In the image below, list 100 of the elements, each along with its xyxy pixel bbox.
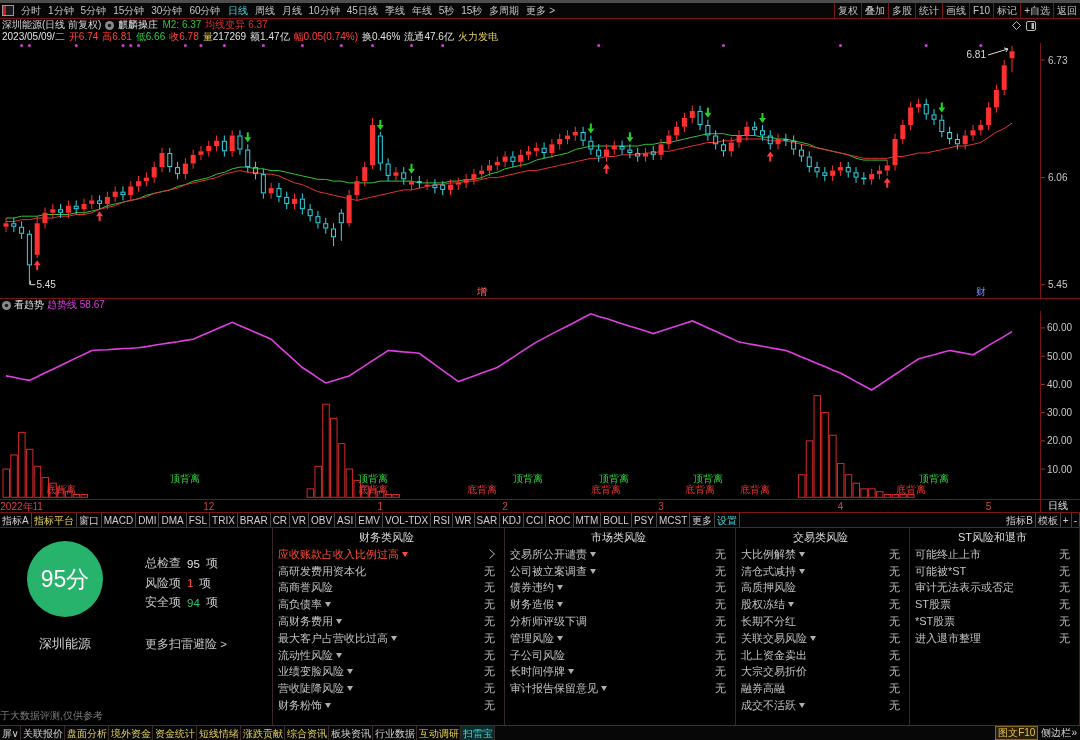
period-tab[interactable]: 季线: [381, 3, 408, 18]
risk-item[interactable]: 最大客户占营收比过高: [278, 630, 388, 646]
bottom-tab[interactable]: 短线情绪: [197, 726, 242, 740]
period-tab[interactable]: 10分钟: [305, 3, 343, 18]
period-tab[interactable]: 日线: [224, 3, 251, 18]
indicator-tab[interactable]: KDJ: [500, 513, 525, 527]
bottom-tab[interactable]: 综合资讯: [285, 726, 330, 740]
risk-item[interactable]: *ST股票: [915, 614, 956, 630]
indicator-tab[interactable]: SAR: [474, 513, 501, 527]
bottom-tab[interactable]: 行业数据: [373, 726, 418, 740]
chevron-right-icon[interactable]: [489, 549, 495, 560]
risk-item[interactable]: 长期不分红: [741, 614, 796, 630]
risk-item[interactable]: 财务造假: [510, 597, 554, 613]
risk-item[interactable]: 关联交易风险: [741, 630, 807, 646]
risk-item[interactable]: 财务粉饰: [278, 698, 322, 714]
toolbar-button[interactable]: +自选: [1020, 3, 1053, 18]
risk-item[interactable]: 长时间停牌: [510, 664, 565, 680]
indicator-tab[interactable]: -: [1071, 513, 1080, 527]
bottom-tab[interactable]: 盘面分析: [65, 726, 110, 740]
period-tab[interactable]: 更多 >: [523, 3, 559, 18]
risk-item[interactable]: 营收陡降风险: [278, 681, 344, 697]
risk-item[interactable]: 可能被*ST: [915, 563, 967, 579]
indicator-tab[interactable]: DMI: [136, 513, 160, 527]
more-link[interactable]: 更多扫雷避险 >: [145, 636, 227, 652]
indicator-tab[interactable]: DMA: [159, 513, 187, 527]
period-tab[interactable]: 5分钟: [77, 3, 110, 18]
risk-item[interactable]: 交易所公开谴责: [510, 546, 587, 562]
indicator-tab[interactable]: BOLL: [601, 513, 632, 527]
indicator-tab[interactable]: 设置: [715, 513, 741, 527]
indicator-tab[interactable]: ROC: [546, 513, 574, 527]
period-tab[interactable]: 45日线: [343, 3, 381, 18]
period-tab[interactable]: 周线: [251, 3, 278, 18]
risk-item[interactable]: 融券高融: [741, 681, 785, 697]
risk-item[interactable]: 清仓式减持: [741, 563, 796, 579]
indicator-tab[interactable]: RSI: [431, 513, 453, 527]
risk-item[interactable]: 高研发费用资本化: [278, 563, 366, 579]
indicator-tab[interactable]: FSL: [186, 513, 211, 527]
toolbar-button[interactable]: 返回: [1053, 3, 1080, 18]
indicator-tab[interactable]: MACD: [101, 513, 137, 527]
bottom-tab[interactable]: 涨跌贡献: [241, 726, 286, 740]
indicator-tab[interactable]: 指标平台: [31, 513, 77, 527]
indicator-tab[interactable]: OBV: [309, 513, 336, 527]
bottom-tab[interactable]: 资金统计: [153, 726, 198, 740]
risk-item[interactable]: 业绩变脸风险: [278, 664, 344, 680]
risk-item[interactable]: 高商誉风险: [278, 580, 333, 596]
risk-item[interactable]: 债券违约: [510, 580, 554, 596]
toolbar-button[interactable]: 标记: [993, 3, 1021, 18]
indicator-tab[interactable]: VR: [290, 513, 309, 527]
panel-icon[interactable]: [1026, 21, 1036, 31]
indicator-tab[interactable]: CR: [270, 513, 291, 527]
indicator-tab[interactable]: MCST: [656, 513, 691, 527]
indicator-tab[interactable]: 指标A: [0, 513, 32, 527]
toolbar-button[interactable]: 统计: [914, 3, 942, 18]
indicator-tab[interactable]: 模板: [1035, 513, 1061, 527]
risk-item[interactable]: 进入退市整理: [915, 630, 981, 646]
period-tab[interactable]: 年线: [408, 3, 435, 18]
risk-item[interactable]: 应收账款占收入比例过高: [278, 546, 399, 562]
risk-item[interactable]: ST股票: [915, 597, 952, 613]
indicator-tab[interactable]: 指标B: [1004, 513, 1036, 527]
indicator-tab[interactable]: MTM: [573, 513, 602, 527]
period-tab[interactable]: 1分钟: [45, 3, 77, 18]
bottom-tab[interactable]: 屏∨: [0, 726, 22, 740]
side-button[interactable]: 图文F10: [995, 726, 1039, 740]
period-tab[interactable]: 分时: [18, 3, 44, 18]
toolbar-button[interactable]: 多股: [887, 3, 915, 18]
side-button[interactable]: 侧边栏»: [1038, 726, 1080, 740]
period-tab[interactable]: 30分钟: [148, 3, 186, 18]
indicator-tab[interactable]: CCI: [524, 513, 547, 527]
risk-item[interactable]: 可能终止上市: [915, 546, 981, 562]
risk-item[interactable]: 股权冻结: [741, 597, 785, 613]
risk-item[interactable]: 公司被立案调查: [510, 563, 587, 579]
risk-item[interactable]: 审计报告保留意见: [510, 681, 598, 697]
period-tab[interactable]: 月线: [278, 3, 305, 18]
risk-item[interactable]: 分析师评级下调: [510, 614, 587, 630]
toolbar-button[interactable]: F10: [968, 3, 994, 18]
risk-item[interactable]: 高质押风险: [741, 580, 796, 596]
indicator-tab[interactable]: +: [1060, 513, 1072, 527]
risk-item[interactable]: 高负债率: [278, 597, 322, 613]
indicator-tab[interactable]: 更多: [690, 513, 716, 527]
risk-item[interactable]: 流动性风险: [278, 647, 333, 663]
indicator-tab[interactable]: ASI: [335, 513, 357, 527]
risk-item[interactable]: 大宗交易折价: [741, 664, 807, 680]
bottom-tab[interactable]: 关联报价: [21, 726, 66, 740]
risk-item[interactable]: 高财务费用: [278, 614, 333, 630]
indicator-tab[interactable]: BRAR: [237, 513, 271, 527]
period-tab[interactable]: 5秒: [435, 3, 458, 18]
risk-item[interactable]: 成交不活跃: [741, 698, 796, 714]
risk-item[interactable]: 管理风险: [510, 630, 554, 646]
bottom-tab[interactable]: 境外资金: [109, 726, 154, 740]
indicator-tab[interactable]: 窗口: [76, 513, 102, 527]
period-tab[interactable]: 60分钟: [186, 3, 224, 18]
window-icon[interactable]: [2, 5, 14, 16]
period-tab[interactable]: 15秒: [458, 3, 486, 18]
bottom-tab[interactable]: 板块资讯: [329, 726, 374, 740]
bottom-tab[interactable]: 扫雷宝: [461, 726, 496, 740]
indicator-tab[interactable]: WR: [452, 513, 475, 527]
indicator-tab[interactable]: VOL-TDX: [382, 513, 432, 527]
risk-item[interactable]: 子公司风险: [510, 647, 565, 663]
indicator-tab[interactable]: PSY: [631, 513, 657, 527]
diamond-icon[interactable]: [1012, 21, 1021, 30]
